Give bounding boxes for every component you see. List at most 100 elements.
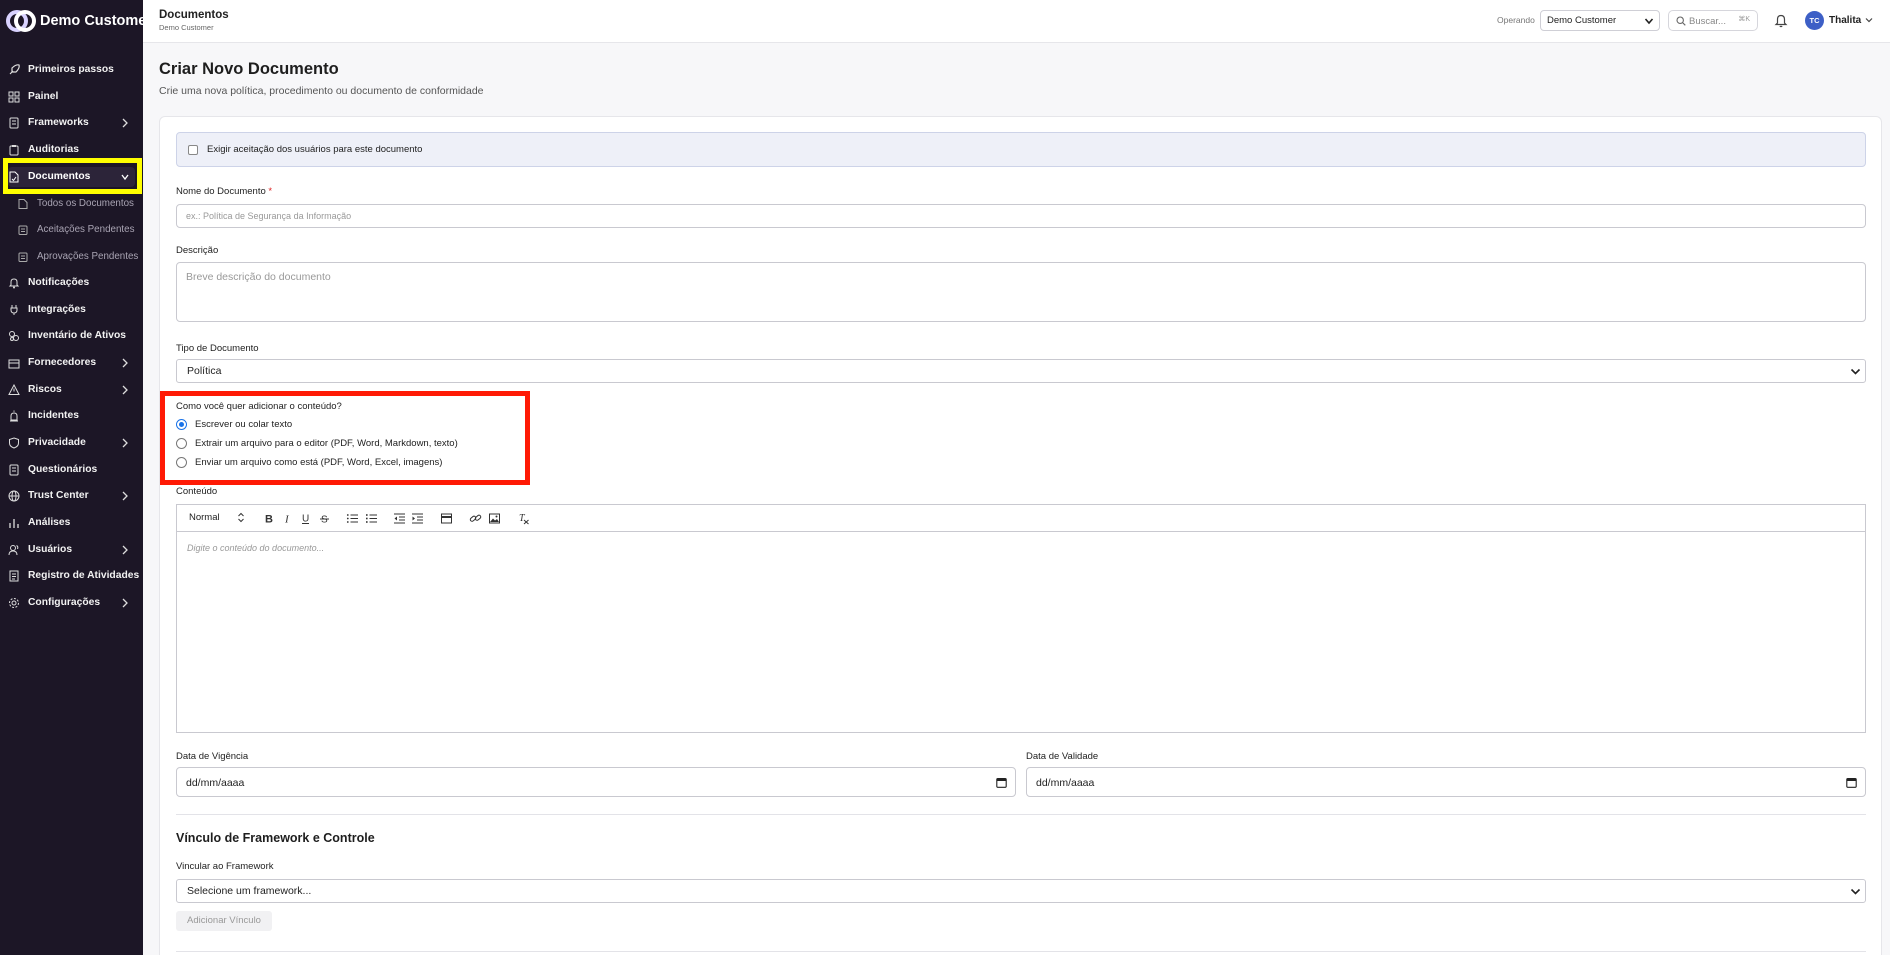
shield-icon [9, 437, 19, 449]
sidebar-subitem-aprovacoes-pendentes[interactable]: Aprovações Pendentes [0, 246, 143, 268]
expiry-date-value: dd/mm/aaaa [1036, 777, 1095, 789]
content-label: Conteúdo [176, 486, 218, 497]
sidebar-item-label: Fornecedores [28, 357, 97, 368]
require-acceptance-box[interactable]: Exigir aceitação dos usuários para este … [176, 132, 1866, 167]
sidebar-item-frameworks[interactable]: Frameworks [0, 112, 143, 134]
sidebar-subitem-aceitacoes-pendentes[interactable]: Aceitações Pendentes [0, 219, 143, 241]
search-input[interactable]: Buscar... ⌘K [1668, 10, 1758, 31]
rich-text-editor[interactable]: Normal B I U S T Digite o conteúdo do do… [176, 504, 1866, 733]
globe-icon [8, 490, 20, 502]
sidebar-item-label: Registro de Atividades [28, 570, 140, 581]
highlight-box-yellow [3, 158, 142, 194]
sidebar-item-label: Aceitações Pendentes [37, 224, 135, 235]
document-name-input[interactable]: ex.: Política de Segurança da Informação [176, 204, 1866, 228]
header-subtitle: Demo Customer [159, 23, 214, 32]
chevron-right-icon [122, 385, 128, 395]
tenant-select[interactable]: Demo Customer [1540, 10, 1660, 31]
sidebar-item-incidentes[interactable]: Incidentes [0, 405, 143, 427]
sidebar-item-painel[interactable]: Painel [0, 86, 143, 108]
svg-text:I: I [284, 514, 290, 526]
sidebar-item-label: Usuários [28, 544, 73, 555]
document-type-select[interactable]: Política [176, 359, 1866, 383]
underline-icon[interactable]: U [299, 512, 312, 525]
description-textarea[interactable]: Breve descrição do documento [176, 262, 1866, 322]
link-icon[interactable] [469, 512, 482, 525]
brand-logo-icon [6, 10, 36, 32]
avatar[interactable]: TC [1805, 11, 1824, 30]
file-icon [18, 199, 28, 209]
add-link-button[interactable]: Adicionar Vínculo [176, 911, 272, 931]
require-acceptance-checkbox[interactable] [188, 145, 198, 155]
sidebar-item-analises[interactable]: Análises [0, 512, 143, 534]
sidebar-item-riscos[interactable]: Riscos [0, 379, 143, 401]
sidebar-item-registro-atividades[interactable]: Registro de Atividades [0, 565, 143, 587]
chevron-right-icon [122, 491, 128, 501]
framework-select[interactable]: Selecione um framework... [176, 879, 1866, 903]
effective-date-input[interactable]: dd/mm/aaaa [176, 767, 1016, 797]
bell-icon [8, 278, 20, 289]
brand[interactable]: Demo Customer [6, 8, 152, 34]
svg-text:B: B [265, 514, 273, 526]
framework-link-label: Vincular ao Framework [176, 861, 274, 872]
bullet-list-icon[interactable] [365, 512, 378, 525]
operating-label: Operando [1497, 15, 1535, 25]
tenant-select-value: Demo Customer [1547, 15, 1617, 26]
document-name-label: Nome do Documento * [176, 186, 272, 197]
sidebar-item-label: Aprovações Pendentes [37, 251, 139, 262]
image-icon[interactable] [488, 512, 501, 525]
sidebar-item-configuracoes[interactable]: Configurações [0, 592, 143, 614]
notifications-bell-icon[interactable] [1774, 13, 1788, 28]
sidebar-item-label: Todos os Documentos [37, 198, 134, 209]
page-subtitle: Crie uma nova política, procedimento ou … [159, 85, 484, 97]
bold-icon[interactable]: B [262, 512, 275, 526]
up-down-icon [238, 512, 244, 523]
highlight-box-red [160, 391, 530, 485]
svg-text:S: S [321, 515, 328, 526]
assets-icon [9, 331, 19, 341]
expiry-date-input[interactable]: dd/mm/aaaa [1026, 767, 1866, 797]
header-title: Documentos [159, 9, 229, 21]
sidebar-item-label: Questionários [28, 464, 98, 475]
search-icon [1676, 16, 1686, 26]
outdent-icon[interactable] [393, 512, 406, 525]
calendar-icon[interactable] [1846, 777, 1857, 788]
strikethrough-icon[interactable]: S [318, 512, 331, 525]
sidebar-item-fornecedores[interactable]: Fornecedores [0, 352, 143, 374]
description-label: Descrição [176, 245, 219, 256]
sidebar-item-label: Integrações [28, 304, 86, 315]
sidebar-item-trust-center[interactable]: Trust Center [0, 485, 143, 507]
indent-icon[interactable] [411, 512, 424, 525]
brand-name: Demo Customer [40, 13, 152, 29]
questionnaire-icon [9, 464, 19, 476]
clipboard-list-icon [18, 252, 28, 262]
sidebar-item-notificacoes[interactable]: Notificações [0, 272, 143, 294]
top-bar: Documentos Demo Customer Operando Demo C… [143, 0, 1890, 43]
sidebar-item-integracoes[interactable]: Integrações [0, 299, 143, 321]
chevron-right-icon [122, 598, 128, 608]
clear-format-icon[interactable]: T [517, 512, 530, 525]
ordered-list-icon[interactable] [346, 512, 359, 525]
sidebar-subitem-todos-documentos[interactable]: Todos os Documentos [0, 193, 143, 215]
chevron-down-icon[interactable] [1864, 15, 1874, 25]
sidebar-item-privacidade[interactable]: Privacidade [0, 432, 143, 454]
clipboard-check-icon [18, 225, 28, 235]
dashboard-icon [8, 91, 20, 103]
siren-icon [10, 410, 18, 422]
chevron-down-icon [1850, 368, 1861, 375]
book-icon [9, 117, 19, 129]
sidebar-item-label: Análises [28, 517, 71, 528]
expiry-date-label: Data de Validade [1026, 751, 1099, 762]
italic-icon[interactable]: I [281, 512, 294, 526]
document-name-placeholder: ex.: Política de Segurança da Informação [186, 211, 352, 221]
calendar-icon[interactable] [996, 777, 1007, 788]
sidebar-item-inventario-ativos[interactable]: Inventário de Ativos [0, 325, 143, 347]
sidebar-item-primeiros-passos[interactable]: Primeiros passos [0, 59, 143, 81]
chevron-right-icon [122, 545, 128, 555]
table-icon[interactable] [440, 512, 453, 525]
effective-date-value: dd/mm/aaaa [186, 777, 245, 789]
sidebar-item-questionarios[interactable]: Questionários [0, 459, 143, 481]
sidebar-item-usuarios[interactable]: Usuários [0, 539, 143, 561]
search-shortcut: ⌘K [1738, 16, 1750, 23]
format-select[interactable]: Normal [189, 512, 220, 523]
user-name[interactable]: Thalita [1829, 15, 1861, 26]
